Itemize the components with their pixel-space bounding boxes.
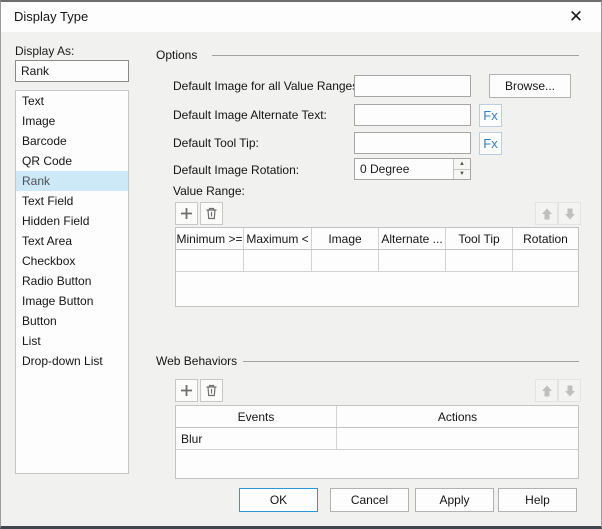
display-as-input[interactable] — [15, 60, 129, 82]
plus-icon — [181, 385, 192, 396]
col-tool-tip[interactable]: Tool Tip — [446, 228, 513, 249]
arrow-up-icon — [541, 385, 552, 396]
list-item-drop-down-list[interactable]: Drop-down List — [16, 351, 128, 371]
list-item-image[interactable]: Image — [16, 111, 128, 131]
value-range-label: Value Range: — [173, 184, 245, 198]
value-range-delete-button[interactable] — [200, 202, 223, 225]
web-behaviors-delete-button[interactable] — [200, 379, 223, 402]
alternate-text-label: Default Image Alternate Text: — [173, 108, 327, 122]
rotation-spin-buttons: ▲ ▼ — [453, 159, 470, 179]
cell-event-blur[interactable]: Blur — [176, 428, 337, 449]
plus-icon — [181, 208, 192, 219]
cell-action-blur[interactable] — [337, 428, 578, 449]
options-section-divider — [212, 55, 579, 56]
list-item-checkbox[interactable]: Checkbox — [16, 251, 128, 271]
cell-minimum[interactable] — [176, 250, 244, 271]
list-item-barcode[interactable]: Barcode — [16, 131, 128, 151]
close-icon[interactable]: ✕ — [563, 5, 589, 29]
spin-up-icon[interactable]: ▲ — [454, 159, 470, 170]
list-item-text-area[interactable]: Text Area — [16, 231, 128, 251]
list-item-qr-code[interactable]: QR Code — [16, 151, 128, 171]
col-maximum[interactable]: Maximum < — [244, 228, 312, 249]
list-item-text-field[interactable]: Text Field — [16, 191, 128, 211]
ok-button[interactable]: OK — [239, 488, 318, 512]
title-bar: Display Type ✕ — [1, 2, 601, 32]
tool-tip-label: Default Tool Tip: — [173, 136, 259, 150]
display-as-label: Display As: — [15, 44, 75, 58]
help-button[interactable]: Help — [498, 488, 577, 512]
list-item-hidden-field[interactable]: Hidden Field — [16, 211, 128, 231]
display-type-list: Text Image Barcode QR Code Rank Text Fie… — [15, 90, 129, 474]
web-behaviors-move-up-button[interactable] — [535, 379, 558, 402]
col-image[interactable]: Image — [312, 228, 379, 249]
list-item-list[interactable]: List — [16, 331, 128, 351]
web-behaviors-table: Events Actions Blur — [175, 405, 579, 479]
list-item-radio-button[interactable]: Radio Button — [16, 271, 128, 291]
cell-maximum[interactable] — [244, 250, 312, 271]
list-item-rank[interactable]: Rank — [16, 171, 128, 191]
window-title: Display Type — [14, 9, 89, 24]
rotation-label: Default Image Rotation: — [173, 163, 300, 177]
web-behaviors-section-title: Web Behaviors — [156, 354, 238, 368]
rotation-value: 0 Degree — [360, 162, 410, 176]
alternate-text-fx-button[interactable]: Fx — [479, 104, 502, 127]
arrow-up-icon — [541, 208, 552, 219]
cell-image[interactable] — [312, 250, 379, 271]
options-section-title: Options — [156, 48, 198, 62]
default-image-label: Default Image for all Value Ranges: — [173, 79, 362, 93]
arrow-down-icon — [564, 385, 575, 396]
tool-tip-fx-button[interactable]: Fx — [479, 132, 502, 155]
rotation-spinner[interactable]: 0 Degree ▲ ▼ — [354, 158, 471, 180]
list-item-text[interactable]: Text — [16, 91, 128, 111]
value-range-header-row: Minimum >= Maximum < Image Alternate ...… — [176, 228, 578, 250]
value-range-empty-row[interactable] — [176, 250, 578, 272]
cancel-button[interactable]: Cancel — [330, 488, 409, 512]
list-item-button[interactable]: Button — [16, 311, 128, 331]
spin-down-icon[interactable]: ▼ — [454, 169, 470, 179]
col-alternate[interactable]: Alternate ... — [379, 228, 446, 249]
cell-rotation[interactable] — [513, 250, 578, 271]
browse-button[interactable]: Browse... — [489, 74, 571, 98]
col-events[interactable]: Events — [176, 406, 337, 427]
default-image-input[interactable] — [354, 75, 471, 97]
trash-icon — [206, 207, 217, 220]
web-behaviors-section-divider — [243, 361, 579, 362]
arrow-down-icon — [564, 208, 575, 219]
col-actions[interactable]: Actions — [337, 406, 578, 427]
web-behaviors-add-button[interactable] — [175, 379, 198, 402]
display-type-dialog: Display Type ✕ Display As: Text Image Ba… — [0, 0, 602, 529]
web-behaviors-row-blur[interactable]: Blur — [176, 428, 578, 450]
web-behaviors-header-row: Events Actions — [176, 406, 578, 428]
list-item-image-button[interactable]: Image Button — [16, 291, 128, 311]
apply-button[interactable]: Apply — [415, 488, 494, 512]
value-range-move-up-button[interactable] — [535, 202, 558, 225]
cell-tool-tip[interactable] — [446, 250, 513, 271]
web-behaviors-move-down-button[interactable] — [558, 379, 581, 402]
value-range-move-down-button[interactable] — [558, 202, 581, 225]
col-rotation[interactable]: Rotation — [513, 228, 578, 249]
value-range-add-button[interactable] — [175, 202, 198, 225]
col-minimum[interactable]: Minimum >= — [176, 228, 244, 249]
trash-icon — [206, 384, 217, 397]
tool-tip-input[interactable] — [354, 132, 471, 154]
alternate-text-input[interactable] — [354, 104, 471, 126]
cell-alternate[interactable] — [379, 250, 446, 271]
value-range-table: Minimum >= Maximum < Image Alternate ...… — [175, 227, 579, 307]
